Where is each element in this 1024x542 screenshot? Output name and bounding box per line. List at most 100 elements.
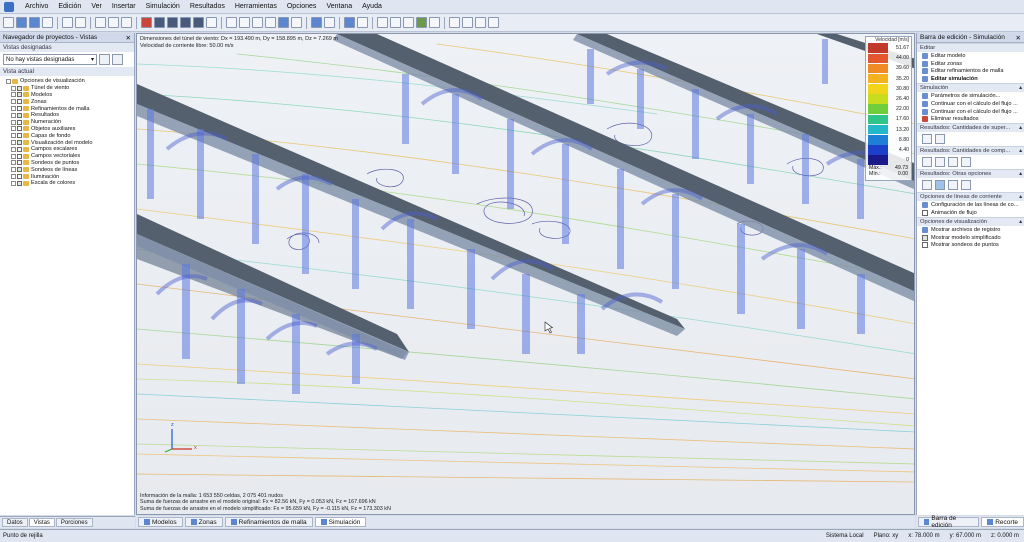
zoom-all-icon[interactable]: [239, 17, 250, 28]
view-back-icon[interactable]: [206, 17, 217, 28]
checkbox[interactable]: [922, 242, 928, 249]
render-icon[interactable]: [278, 17, 289, 28]
show-point-probes-item[interactable]: Mostrar sondeos de puntos: [917, 242, 1024, 250]
tree-item-mesh-refinements[interactable]: Refinamientos de malla: [6, 105, 134, 112]
report-icon[interactable]: [462, 17, 473, 28]
settings-icon[interactable]: [475, 17, 486, 28]
expand-icon[interactable]: [11, 167, 16, 173]
table-icon[interactable]: [449, 17, 460, 28]
streamlines-icon[interactable]: [922, 180, 932, 191]
flow-animation-item[interactable]: Animación de flujo: [917, 209, 1024, 217]
collapse-icon[interactable]: ▴: [1019, 148, 1022, 154]
tree-item-display-options[interactable]: Opciones de visualización: [6, 78, 134, 85]
add-view-icon[interactable]: [99, 54, 110, 65]
tree-item-models[interactable]: Modelos: [6, 92, 134, 99]
simulation-parameters-item[interactable]: Parámetros de simulación...: [917, 92, 1024, 100]
tab-mesh-refinements[interactable]: Refinamientos de malla: [224, 517, 313, 527]
tree-item-numbering[interactable]: Numeración: [6, 119, 134, 126]
probe-icon[interactable]: [416, 17, 427, 28]
streamline-icon[interactable]: [377, 17, 388, 28]
checkbox[interactable]: [17, 92, 22, 98]
particles-icon[interactable]: [935, 180, 945, 191]
tree-item-model-display[interactable]: Visualización del modelo: [6, 139, 134, 146]
grid-icon[interactable]: [121, 17, 132, 28]
tree-item-results[interactable]: Resultados: [6, 112, 134, 119]
checkbox[interactable]: [17, 160, 22, 166]
measure-icon[interactable]: [344, 17, 355, 28]
expand-icon[interactable]: [11, 160, 16, 166]
tree-item-line-probes[interactable]: Sondeos de líneas: [6, 166, 134, 173]
filter-icon[interactable]: [324, 17, 335, 28]
3d-viewport[interactable]: z x Dimensiones del túnel de viento: Dx …: [136, 33, 915, 515]
new-file-icon[interactable]: [3, 17, 14, 28]
checkbox[interactable]: [17, 153, 22, 159]
expand-icon[interactable]: [11, 174, 16, 180]
tree-item-scalar-fields[interactable]: Campos escalares: [6, 146, 134, 153]
checkbox[interactable]: [17, 85, 22, 91]
move-icon[interactable]: [108, 17, 119, 28]
view-bottom-icon[interactable]: [193, 17, 204, 28]
probes-icon[interactable]: [948, 180, 958, 191]
zoom-icon[interactable]: [226, 17, 237, 28]
edit-mesh-item[interactable]: Editar refinamientos de malla: [917, 68, 1024, 76]
save-icon[interactable]: [29, 17, 40, 28]
undo-icon[interactable]: [62, 17, 73, 28]
expand-icon[interactable]: [11, 146, 16, 152]
tree-item-lighting[interactable]: Iluminación: [6, 173, 134, 180]
checkbox[interactable]: [17, 133, 22, 139]
edit-zones-item[interactable]: Editar zonas: [917, 60, 1024, 68]
dimension-icon[interactable]: [357, 17, 368, 28]
tree-item-vector-fields[interactable]: Campos vectoriales: [6, 153, 134, 160]
continue-flow-item-2[interactable]: Continuar con el cálculo del flujo ...: [917, 108, 1024, 116]
collapse-icon[interactable]: ▴: [1019, 194, 1022, 200]
edit-simulation-item[interactable]: Editar simulación: [917, 75, 1024, 83]
expand-icon[interactable]: [11, 119, 16, 125]
streamline-settings-item[interactable]: Configuración de las líneas de co...: [917, 201, 1024, 209]
scalar-icon[interactable]: [403, 17, 414, 28]
menu-resultados[interactable]: Resultados: [185, 3, 230, 10]
tab-data[interactable]: Datos: [2, 518, 28, 527]
collapse-icon[interactable]: ▴: [1019, 171, 1022, 177]
slices-icon[interactable]: [961, 180, 971, 191]
tree-item-zones[interactable]: Zonas: [6, 98, 134, 105]
status-system[interactable]: Sistema Local: [821, 533, 869, 539]
tree-item-color-scale[interactable]: Escala de colores: [6, 180, 134, 187]
expand-icon[interactable]: [11, 92, 16, 98]
print-icon[interactable]: [42, 17, 53, 28]
help-icon[interactable]: [488, 17, 499, 28]
checkbox[interactable]: [17, 140, 22, 146]
manage-views-icon[interactable]: [112, 54, 123, 65]
redo-icon[interactable]: [75, 17, 86, 28]
tree-item-auxiliary-objects[interactable]: Objetos auxiliares: [6, 126, 134, 133]
checkbox[interactable]: [17, 167, 22, 173]
view-side-icon[interactable]: [167, 17, 178, 28]
checkbox-checked[interactable]: [922, 234, 928, 241]
expand-icon[interactable]: [11, 112, 16, 118]
checkbox[interactable]: [17, 146, 22, 152]
tree-item-background-layers[interactable]: Capas de fondo: [6, 132, 134, 139]
view-top-icon[interactable]: [180, 17, 191, 28]
expand-icon[interactable]: [11, 99, 16, 105]
expand-icon[interactable]: [11, 133, 16, 139]
expand-icon[interactable]: [11, 126, 16, 132]
menu-herramientas[interactable]: Herramientas: [230, 3, 282, 10]
rotate-icon[interactable]: [252, 17, 263, 28]
close-icon[interactable]: ✕: [1016, 34, 1021, 42]
designed-views-dropdown[interactable]: No hay vistas designadas ▾: [3, 54, 97, 65]
open-folder-icon[interactable]: [16, 17, 27, 28]
delete-results-item[interactable]: Eliminar resultados: [917, 116, 1024, 124]
menu-insertar[interactable]: Insertar: [107, 3, 141, 10]
select-icon[interactable]: [95, 17, 106, 28]
expand-icon[interactable]: [11, 153, 16, 159]
tree-item-point-probes[interactable]: Sondeos de puntos: [6, 160, 134, 167]
expand-icon[interactable]: [11, 180, 16, 186]
view-iso-icon[interactable]: [141, 17, 152, 28]
expand-icon[interactable]: [11, 85, 16, 91]
checkbox[interactable]: [17, 119, 22, 125]
wireframe-icon[interactable]: [291, 17, 302, 28]
turbulence-icon[interactable]: [961, 157, 971, 168]
vector-icon[interactable]: [390, 17, 401, 28]
tab-zones[interactable]: Zonas: [184, 517, 223, 527]
checkbox[interactable]: [17, 174, 22, 180]
tab-models[interactable]: Modelos: [138, 517, 183, 527]
